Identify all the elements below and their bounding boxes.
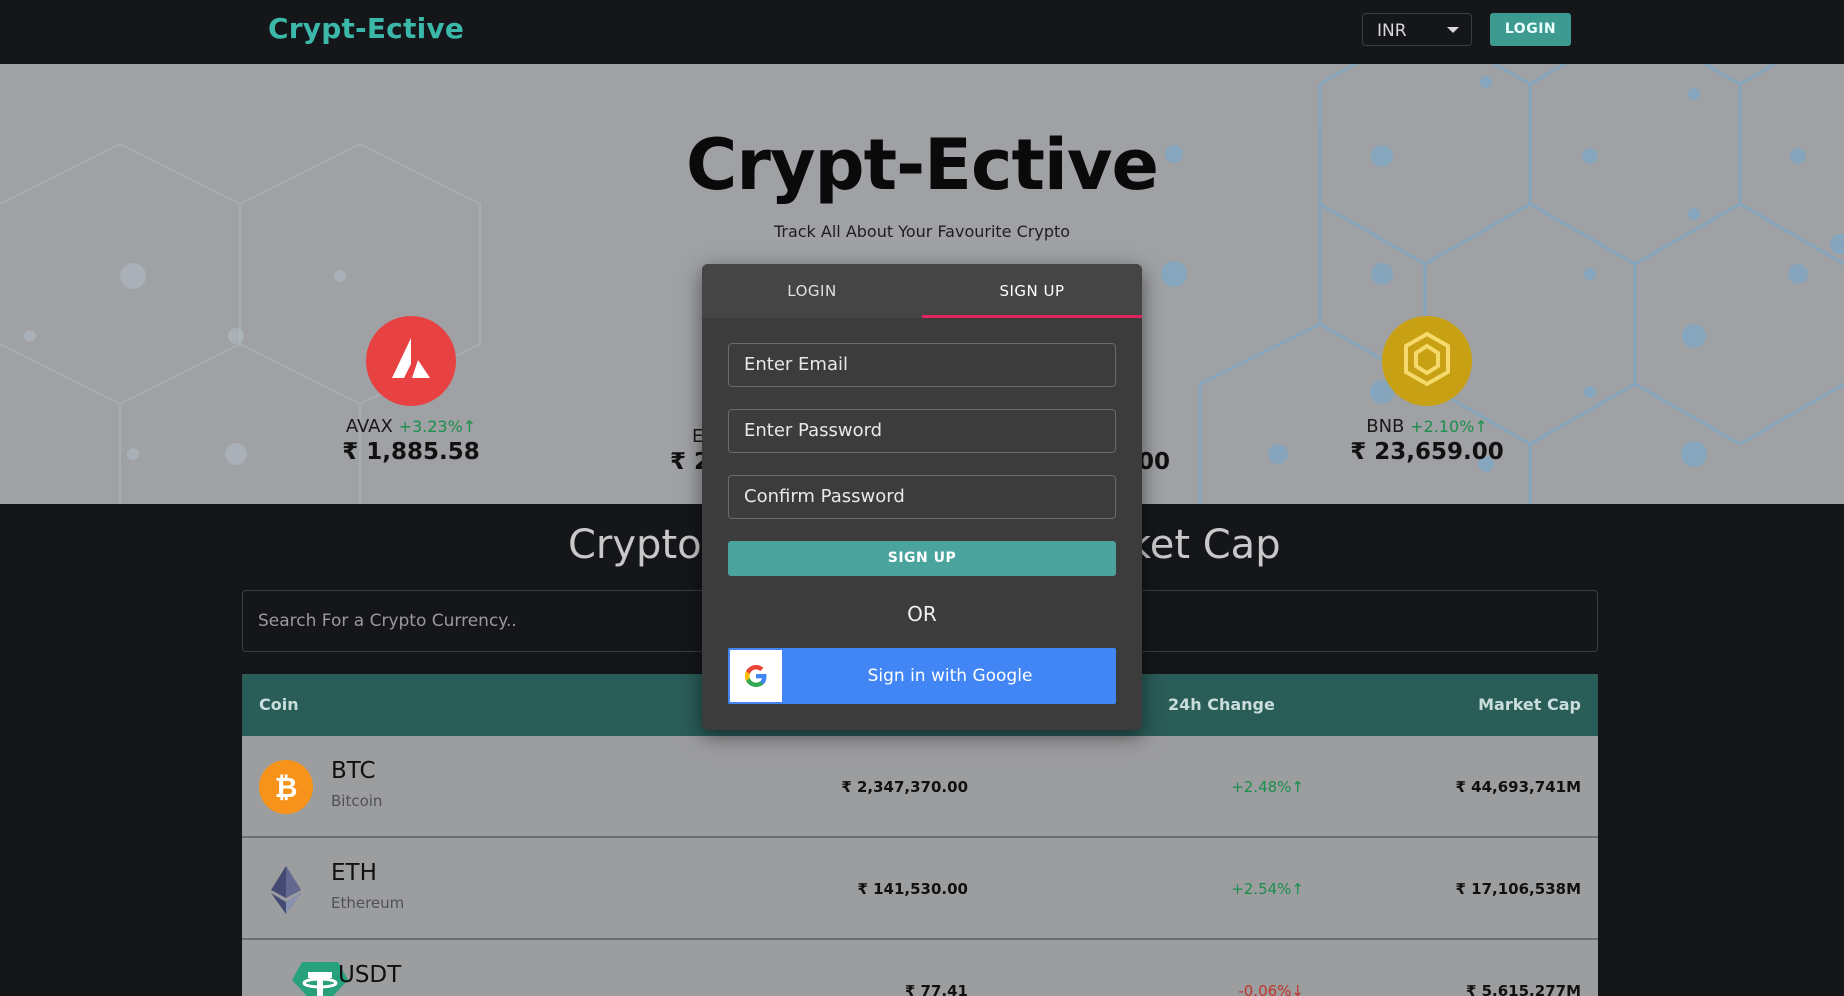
auth-modal: LOGIN SIGN UP Enter Email Enter Password… bbox=[702, 264, 1142, 730]
bnb-icon bbox=[1382, 316, 1472, 406]
coin-price: 00 bbox=[1138, 449, 1171, 475]
coin-price: ₹ 1,885.58 bbox=[342, 439, 480, 465]
coin-name: Bitcoin bbox=[331, 792, 383, 810]
email-field[interactable]: Enter Email bbox=[728, 343, 1116, 387]
currency-value: INR bbox=[1377, 21, 1407, 41]
coin-price: ₹ 2,347,370.00 bbox=[841, 778, 968, 796]
coin-price: ₹ 77.41 bbox=[904, 982, 968, 996]
coin-change: +2.10% bbox=[1410, 417, 1475, 436]
currency-select[interactable]: INR bbox=[1362, 13, 1472, 46]
coin-symbol: BNB bbox=[1366, 416, 1405, 437]
login-button[interactable]: LOGIN bbox=[1490, 13, 1571, 46]
coin-market-cap: ₹ 44,693,741M bbox=[1455, 778, 1581, 796]
arrow-up-icon: ↑ bbox=[1474, 417, 1488, 436]
coin-price: ₹ 23,659.00 bbox=[1350, 439, 1504, 465]
signup-button[interactable]: SIGN UP bbox=[728, 541, 1116, 576]
confirm-password-field[interactable]: Confirm Password bbox=[728, 475, 1116, 519]
hero-title: Crypt-Ective bbox=[685, 124, 1159, 206]
coin-symbol: BTC bbox=[331, 758, 376, 784]
coin-change: +2.54%↑ bbox=[1231, 880, 1304, 898]
auth-tabs: LOGIN SIGN UP bbox=[702, 264, 1142, 318]
coin-name: Ethereum bbox=[331, 894, 405, 912]
svg-text:₿: ₿ bbox=[275, 771, 298, 804]
arrow-down-icon: ↓ bbox=[1291, 982, 1304, 996]
chevron-down-icon bbox=[1447, 27, 1459, 33]
top-navbar: Crypt-Ective INR LOGIN bbox=[0, 0, 1844, 64]
coin-change: +3.23% bbox=[398, 417, 463, 436]
tab-login[interactable]: LOGIN bbox=[702, 264, 922, 318]
arrow-up-icon: ↑ bbox=[1291, 778, 1304, 796]
table-row[interactable]: USDT ₹ 77.41 -0.06%↓ ₹ 5,615,277M bbox=[242, 940, 1598, 996]
google-icon bbox=[730, 650, 782, 702]
coin-symbol: AVAX bbox=[345, 416, 393, 437]
coin-change: +2.48%↑ bbox=[1231, 778, 1304, 796]
arrow-up-icon: ↑ bbox=[1291, 880, 1304, 898]
brand-logo[interactable]: Crypt-Ective bbox=[268, 12, 464, 45]
column-header-market-cap[interactable]: Market Cap bbox=[1478, 695, 1581, 714]
coin-symbol: ETH bbox=[331, 860, 377, 886]
google-signin-label: Sign in with Google bbox=[867, 666, 1033, 686]
google-signin-button[interactable]: Sign in with Google bbox=[728, 648, 1116, 704]
coin-change: -0.06%↓ bbox=[1238, 982, 1304, 996]
table-row[interactable]: ETH Ethereum ₹ 141,530.00 +2.54%↑ ₹ 17,1… bbox=[242, 838, 1598, 940]
carousel-coin-bnb[interactable]: BNB +2.10%↑ ₹ 23,659.00 bbox=[1337, 316, 1517, 465]
arrow-up-icon: ↑ bbox=[462, 417, 477, 436]
ethereum-icon bbox=[271, 866, 301, 914]
coin-price: ₹ 141,530.00 bbox=[857, 880, 968, 898]
tab-signup[interactable]: SIGN UP bbox=[922, 264, 1142, 318]
hero-subtitle: Track All About Your Favourite Crypto bbox=[773, 222, 1071, 241]
coin-symbol: USDT bbox=[338, 962, 402, 988]
coin-market-cap: ₹ 17,106,538M bbox=[1455, 880, 1581, 898]
avax-icon bbox=[366, 316, 456, 406]
bitcoin-icon: ₿ bbox=[259, 760, 313, 814]
carousel-coin-avax[interactable]: AVAX +3.23%↑ ₹ 1,885.58 bbox=[321, 316, 501, 465]
column-header-change[interactable]: 24h Change bbox=[1168, 695, 1275, 714]
coin-market-cap: ₹ 5,615,277M bbox=[1465, 982, 1581, 996]
carousel-coin-usdt[interactable]: 00 bbox=[1138, 316, 1218, 475]
or-divider: OR bbox=[907, 602, 937, 626]
table-row[interactable]: ₿ BTC Bitcoin ₹ 2,347,370.00 +2.48%↑ ₹ 4… bbox=[242, 736, 1598, 838]
password-field[interactable]: Enter Password bbox=[728, 409, 1116, 453]
column-header-coin[interactable]: Coin bbox=[259, 695, 299, 714]
